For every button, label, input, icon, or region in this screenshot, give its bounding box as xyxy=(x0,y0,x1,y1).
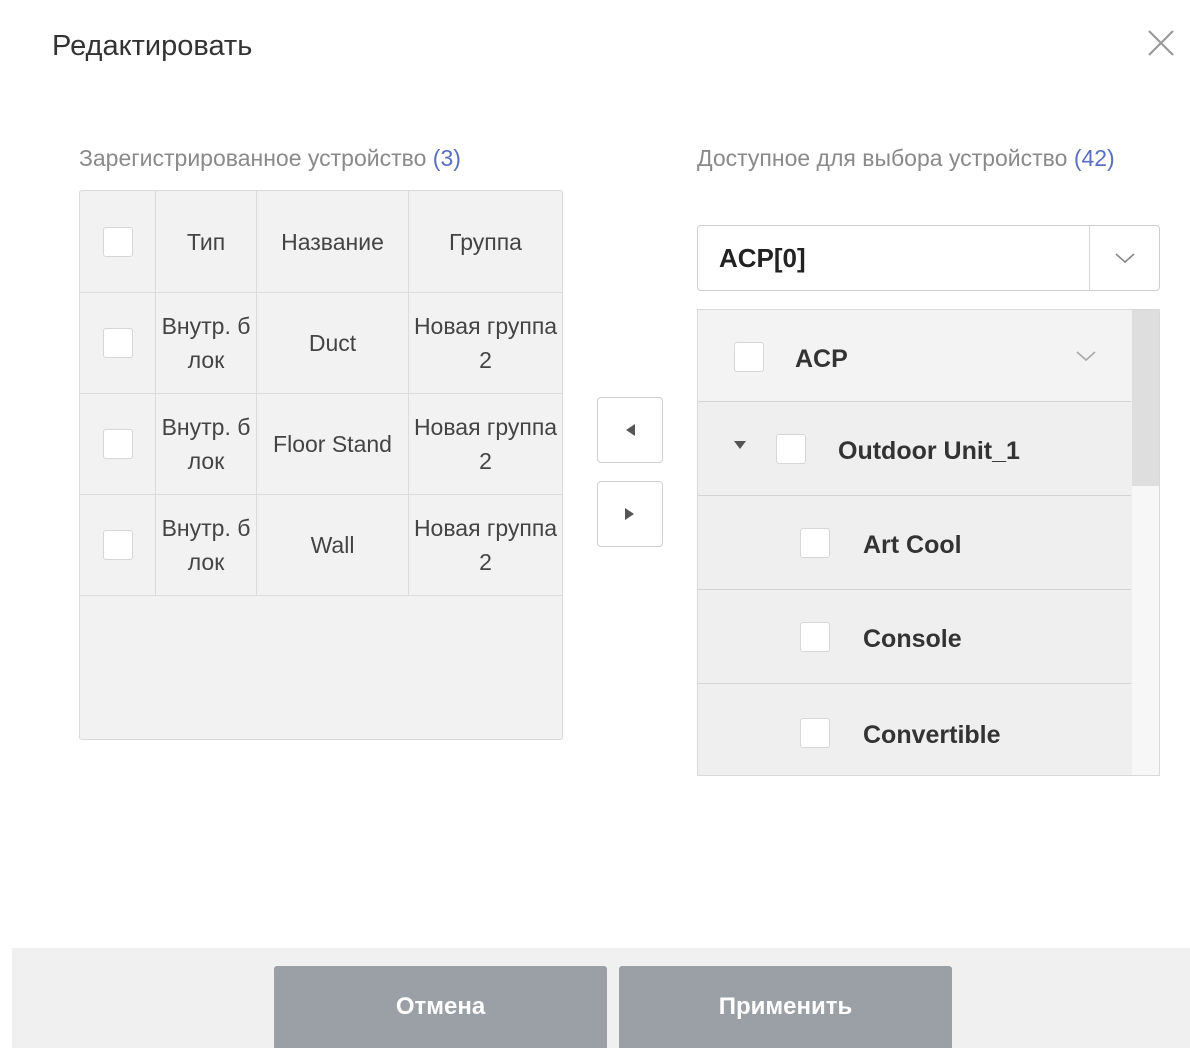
caret-left-icon xyxy=(626,424,635,436)
table-row[interactable]: Внутр. блок Duct Новая группа 2 xyxy=(80,292,562,394)
move-left-button[interactable] xyxy=(597,397,663,463)
cell-name: Floor Stand xyxy=(257,393,409,494)
tree-unit-label: Outdoor Unit_1 xyxy=(838,437,1020,465)
row-checkbox[interactable] xyxy=(102,428,133,459)
tree-root-row[interactable]: ACP xyxy=(698,310,1131,402)
available-devices-tree: ACP Outdoor Unit_1 Art Cool Console Conv… xyxy=(697,309,1160,776)
cell-group: Новая группа 2 xyxy=(413,514,558,575)
tree-child-checkbox[interactable] xyxy=(800,622,830,652)
tree-child-checkbox[interactable] xyxy=(800,528,830,558)
tree-child-row[interactable]: Console xyxy=(698,590,1131,684)
tree-child-row[interactable]: Art Cool xyxy=(698,496,1131,590)
column-header-group: Группа xyxy=(449,228,522,255)
row-checkbox[interactable] xyxy=(102,327,133,358)
caret-right-icon xyxy=(625,508,634,520)
dropdown-selected-value: ACP[0] xyxy=(719,242,806,273)
tree-root-label: ACP xyxy=(795,345,848,373)
cancel-button[interactable]: Отмена xyxy=(274,966,607,1048)
table-row[interactable]: Внутр. блок Wall Новая группа 2 xyxy=(80,494,562,596)
cell-type: Внутр. блок xyxy=(156,292,257,393)
available-label-text: Доступное для выбора устройство xyxy=(697,145,1068,171)
apply-button[interactable]: Применить xyxy=(619,966,952,1048)
chevron-down-icon xyxy=(1114,253,1135,264)
dropdown-toggle[interactable] xyxy=(1089,226,1159,290)
close-icon[interactable] xyxy=(1144,26,1178,60)
available-count: (42) xyxy=(1073,145,1115,171)
tree-child-checkbox[interactable] xyxy=(800,718,830,748)
select-all-checkbox[interactable] xyxy=(102,226,133,257)
column-header-type: Тип xyxy=(156,191,257,292)
tree-unit-checkbox[interactable] xyxy=(776,434,806,464)
row-checkbox[interactable] xyxy=(102,529,133,560)
registered-devices-label: Зарегистрированное устройство (3) xyxy=(79,142,461,175)
tree-scrollbar-thumb[interactable] xyxy=(1132,310,1159,486)
cell-name: Duct xyxy=(257,292,409,393)
column-header-name: Название xyxy=(257,191,409,292)
cell-group: Новая группа 2 xyxy=(413,312,558,373)
device-source-dropdown[interactable]: ACP[0] xyxy=(697,225,1160,291)
cell-name: Wall xyxy=(257,494,409,595)
table-row[interactable]: Внутр. блок Floor Stand Новая группа 2 xyxy=(80,393,562,495)
move-right-button[interactable] xyxy=(597,481,663,547)
tree-child-label: Console xyxy=(863,625,962,653)
available-devices-label: Доступное для выбора устройство (42) xyxy=(697,142,1167,175)
cell-type: Внутр. блок xyxy=(156,494,257,595)
caret-down-icon[interactable] xyxy=(733,440,747,450)
registered-count: (3) xyxy=(432,145,461,171)
cell-type: Внутр. блок xyxy=(156,393,257,494)
registered-label-text: Зарегистрированное устройство xyxy=(79,145,427,171)
tree-root-checkbox[interactable] xyxy=(734,342,764,372)
dialog-title: Редактировать xyxy=(52,30,253,62)
tree-child-row[interactable]: Convertible xyxy=(698,684,1131,775)
tree-child-label: Art Cool xyxy=(863,531,962,559)
cell-group: Новая группа 2 xyxy=(413,413,558,474)
registered-devices-table: Тип Название Группа Внутр. блок Duct Нов… xyxy=(79,190,563,740)
table-header-row: Тип Название Группа xyxy=(80,191,562,293)
tree-unit-row[interactable]: Outdoor Unit_1 xyxy=(698,402,1131,496)
tree-child-label: Convertible xyxy=(863,721,1001,749)
chevron-down-icon[interactable] xyxy=(1075,350,1097,362)
